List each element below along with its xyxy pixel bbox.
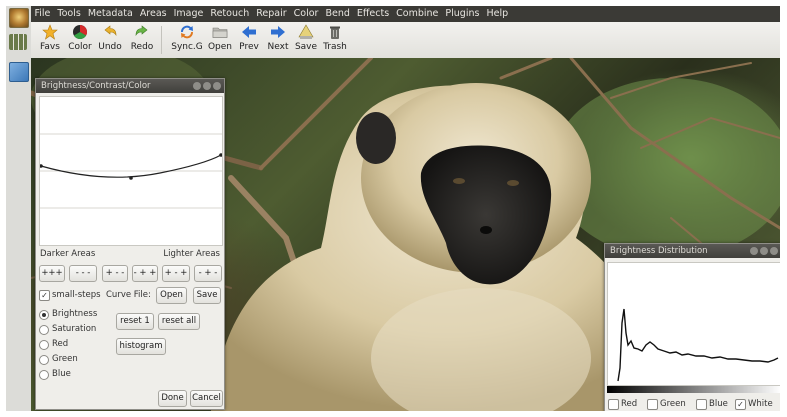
- histogram-graph: [617, 308, 779, 382]
- redo-icon: [135, 25, 148, 37]
- maximize-icon[interactable]: [203, 82, 211, 90]
- radio-red[interactable]: [39, 340, 49, 350]
- darker-areas-label: Darker Areas: [40, 249, 96, 259]
- left-tool-strip: [6, 6, 32, 411]
- brightness-gradient-bar: [607, 386, 780, 393]
- radio-green[interactable]: [39, 355, 49, 365]
- dialog-titlebar[interactable]: Brightness/Contrast/Color: [36, 79, 224, 93]
- color-button[interactable]: Color: [63, 24, 97, 52]
- window-controls: [191, 81, 221, 95]
- app-window: File Tools Metadata Areas Image Retouch …: [6, 6, 780, 411]
- brightness-distribution-dialog: Brightness Distribution Red Green Blue ✓…: [604, 243, 780, 411]
- trash-button[interactable]: Trash: [318, 24, 352, 52]
- menu-bend[interactable]: Bend: [322, 6, 353, 22]
- sync-icon: [181, 25, 193, 39]
- favs-label: Favs: [40, 42, 60, 52]
- histogram-button[interactable]: histogram: [116, 338, 166, 355]
- channel-green-label: Green: [52, 354, 78, 364]
- green-checkbox[interactable]: [647, 399, 658, 410]
- dist-dialog-titlebar[interactable]: Brightness Distribution: [605, 244, 780, 258]
- channel-blue-label: Blue: [52, 369, 71, 379]
- cancel-button[interactable]: Cancel: [190, 390, 223, 407]
- shift-button-3[interactable]: + - -: [102, 265, 128, 282]
- histogram-plot: [607, 262, 780, 386]
- dialog-title: Brightness/Contrast/Color: [41, 81, 151, 91]
- reset-all-button[interactable]: reset all: [158, 313, 200, 330]
- menu-bar: File Tools Metadata Areas Image Retouch …: [31, 6, 780, 22]
- redo-label: Redo: [130, 42, 154, 52]
- menu-help[interactable]: Help: [483, 6, 512, 22]
- dist-close-icon[interactable]: [770, 247, 778, 255]
- trash-label: Trash: [323, 42, 347, 52]
- star-icon: [42, 24, 58, 40]
- menu-color[interactable]: Color: [290, 6, 322, 22]
- small-steps-label: small-steps: [52, 290, 101, 300]
- undo-label: Undo: [98, 42, 122, 52]
- shift-button-4[interactable]: - + +: [132, 265, 158, 282]
- app-logo-icon: [9, 8, 29, 28]
- menu-tools[interactable]: Tools: [54, 6, 84, 22]
- sync-label: Sync.G: [171, 42, 203, 52]
- green-check-label: Green: [660, 399, 686, 409]
- shift-button-5[interactable]: + - +: [162, 265, 190, 282]
- curve-graph: [40, 133, 222, 209]
- radio-blue[interactable]: [39, 370, 49, 380]
- channel-brightness-label: Brightness: [52, 309, 98, 319]
- curve-file-label: Curve File:: [106, 290, 151, 300]
- shift-button-6[interactable]: - + -: [194, 265, 222, 282]
- redo-button[interactable]: Redo: [125, 24, 159, 52]
- dist-maximize-icon[interactable]: [760, 247, 768, 255]
- menu-areas[interactable]: Areas: [136, 6, 170, 22]
- curve-save-button[interactable]: Save: [193, 287, 221, 304]
- shift-button-2[interactable]: - - -: [69, 265, 97, 282]
- radio-saturation[interactable]: [39, 325, 49, 335]
- dist-dialog-title: Brightness Distribution: [610, 246, 708, 256]
- favs-button[interactable]: Favs: [33, 24, 67, 52]
- blue-checkbox[interactable]: [696, 399, 707, 410]
- menu-file[interactable]: File: [31, 6, 54, 22]
- channel-red-label: Red: [52, 339, 69, 349]
- shift-button-1[interactable]: +++: [39, 265, 65, 282]
- close-icon[interactable]: [213, 82, 221, 90]
- menu-image[interactable]: Image: [170, 6, 207, 22]
- dist-minimize-icon[interactable]: [750, 247, 758, 255]
- color-label: Color: [68, 42, 92, 52]
- small-steps-checkbox[interactable]: ✓: [39, 290, 50, 301]
- undo-icon: [104, 25, 117, 37]
- menu-repair[interactable]: Repair: [253, 6, 290, 22]
- save-icon: [298, 24, 314, 39]
- menu-retouch[interactable]: Retouch: [207, 6, 253, 22]
- color-wheel-icon: [73, 25, 87, 39]
- lighter-areas-label: Lighter Areas: [163, 249, 220, 259]
- trash-icon: [330, 26, 340, 39]
- menu-metadata[interactable]: Metadata: [84, 6, 136, 22]
- toolbar-separator: [161, 26, 162, 54]
- undo-button[interactable]: Undo: [93, 24, 127, 52]
- curve-editor[interactable]: [39, 96, 223, 246]
- blue-check-label: Blue: [709, 399, 728, 409]
- gallery-icon[interactable]: [9, 34, 27, 50]
- brightness-contrast-color-dialog: Brightness/Contrast/Color Darker Areas L…: [35, 78, 225, 410]
- white-checkbox[interactable]: ✓: [735, 399, 746, 410]
- toolbar: Favs Color Undo Redo Sync.G Open Prev Ne…: [31, 22, 780, 59]
- menu-combine[interactable]: Combine: [393, 6, 442, 22]
- menu-plugins[interactable]: Plugins: [442, 6, 483, 22]
- reset-1-button[interactable]: reset 1: [116, 313, 154, 330]
- arrow-left-icon: [242, 26, 256, 38]
- done-button[interactable]: Done: [158, 390, 187, 407]
- folder-icon: [212, 27, 228, 38]
- red-checkbox[interactable]: [608, 399, 619, 410]
- channel-saturation-label: Saturation: [52, 324, 97, 334]
- menu-effects[interactable]: Effects: [353, 6, 392, 22]
- red-check-label: Red: [621, 399, 638, 409]
- white-check-label: White: [748, 399, 773, 409]
- radio-brightness[interactable]: [39, 310, 49, 320]
- curve-open-button[interactable]: Open: [156, 287, 187, 304]
- arrow-right-icon: [271, 26, 285, 38]
- dist-window-controls: [748, 246, 778, 260]
- map-icon[interactable]: [9, 62, 29, 82]
- sync-gallery-button[interactable]: Sync.G: [167, 24, 207, 52]
- minimize-icon[interactable]: [193, 82, 201, 90]
